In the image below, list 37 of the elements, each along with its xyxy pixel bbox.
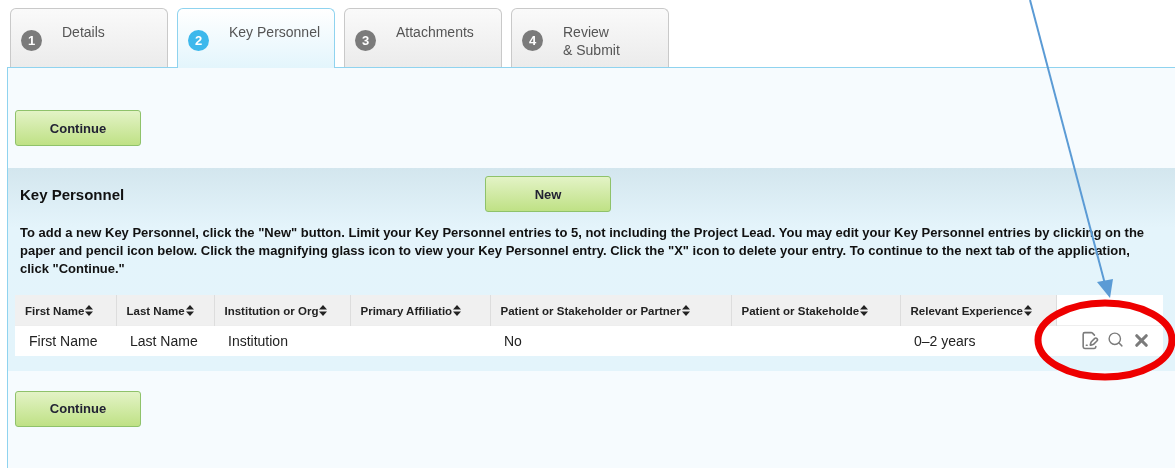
step-tab[interactable]: 3 Attachments	[344, 8, 502, 67]
sort-icon[interactable]	[860, 305, 869, 316]
tab-label: Details	[62, 23, 105, 41]
close-icon[interactable]	[1132, 331, 1151, 350]
sort-icon[interactable]	[453, 305, 462, 316]
step-tab[interactable]: 2 Key Personnel	[177, 8, 335, 68]
step-tab[interactable]: 4 Review & Submit	[511, 8, 669, 67]
sort-icon[interactable]	[681, 305, 690, 316]
tab-label: Key Personnel	[229, 23, 321, 41]
column-header: Institution or Org	[224, 304, 319, 317]
sort-icon[interactable]	[85, 305, 94, 316]
step-number: 1	[21, 30, 42, 51]
column-header: Relevant Experience	[910, 304, 1023, 317]
continue-button[interactable]: Continue	[15, 390, 141, 427]
continue-button[interactable]: Continue	[15, 110, 141, 146]
step-number: 4	[522, 30, 543, 51]
column-header: Last Name	[126, 304, 185, 317]
sort-icon[interactable]	[319, 305, 328, 316]
tab-label: Review & Submit	[563, 23, 620, 59]
table-cell: Last Name	[130, 332, 198, 349]
tab-label: Attachments	[396, 23, 474, 41]
sort-icon[interactable]	[185, 305, 194, 316]
sort-icon[interactable]	[1024, 305, 1032, 316]
step-tab[interactable]: 1 Details	[10, 8, 168, 67]
table-cell: Institution	[228, 332, 288, 349]
column-header: Patient or Stakeholder or Partner	[500, 304, 681, 317]
column-header: First Name	[25, 304, 85, 317]
table-cell: 0–2 years	[914, 332, 976, 349]
new-button[interactable]: New	[485, 176, 611, 212]
step-number: 3	[355, 30, 376, 51]
table-cell: No	[504, 332, 522, 349]
edit-icon[interactable]	[1080, 331, 1099, 350]
column-header: Patient or Stakeholde	[741, 304, 860, 317]
step-number: 2	[188, 30, 209, 51]
section-title: Key Personnel	[20, 185, 126, 203]
table-cell: First Name	[29, 332, 98, 349]
column-header: Primary Affiliatio	[360, 304, 453, 317]
